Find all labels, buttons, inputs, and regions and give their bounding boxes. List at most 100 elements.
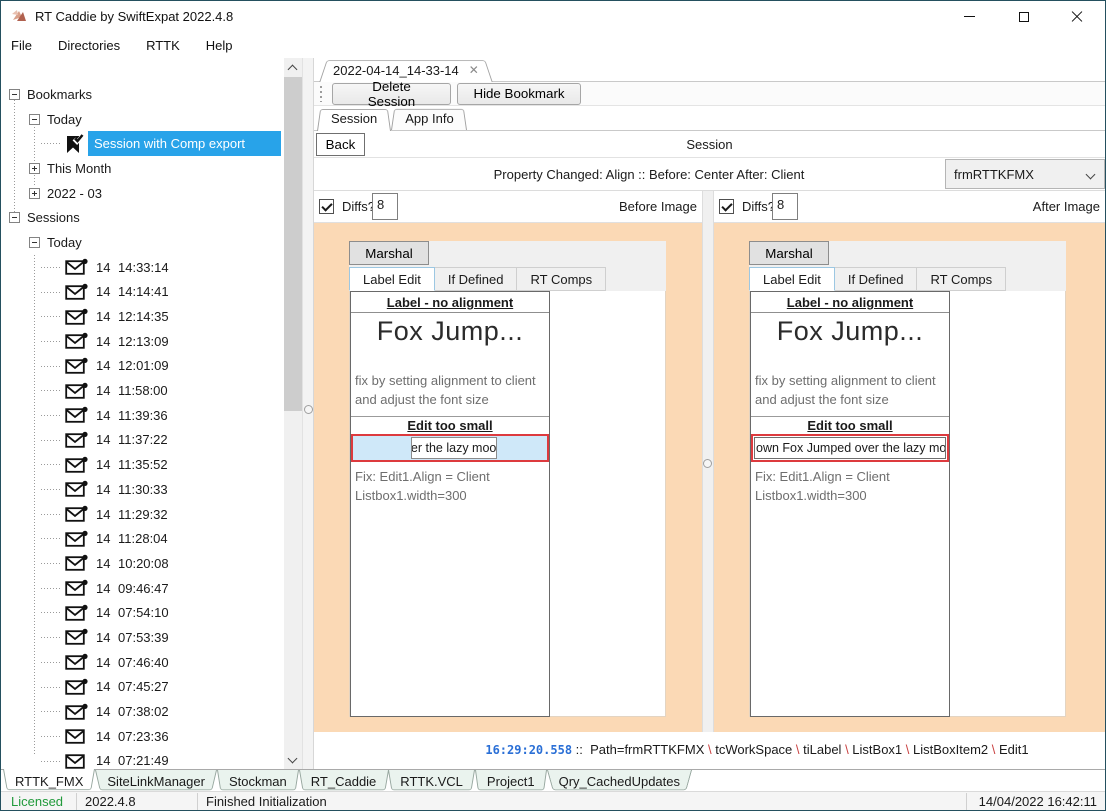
maximize-button[interactable] <box>1001 1 1047 32</box>
project-tab[interactable]: Qry_CachedUpdates <box>547 770 692 792</box>
menu-bar: File Directories RTTK Help <box>1 32 1105 58</box>
demo-edit-input[interactable]: ver the lazy moon <box>411 437 497 459</box>
tab-label-edit[interactable]: Label Edit <box>349 267 435 291</box>
main-area: 2022-04-14_14-33-14 ✕ Delete Session Hid… <box>314 58 1105 769</box>
tab-app-info[interactable]: App Info <box>391 107 467 130</box>
session-list-item[interactable]: 14 11:39:36 <box>1 403 284 428</box>
tree-guide <box>41 736 61 737</box>
session-list-item[interactable]: 14 11:28:04 <box>1 526 284 551</box>
tab-session[interactable]: Session <box>317 107 391 130</box>
path-timestamp: 16:29:20.558 <box>485 743 572 757</box>
session-time: 12:01:09 <box>118 358 169 373</box>
session-time: 07:23:36 <box>118 729 169 744</box>
session-list-item[interactable]: 14 11:35:52 <box>1 452 284 477</box>
menu-item[interactable]: File <box>11 38 32 53</box>
tree-guide <box>41 292 61 293</box>
project-tab[interactable]: RT_Caddie <box>299 770 389 792</box>
tree-node-sessions[interactable]: Sessions <box>1 205 284 230</box>
project-tab[interactable]: RTTK_FMX <box>3 770 95 792</box>
tree-node-sessions-today[interactable]: Today <box>1 230 284 255</box>
tab-rt-comps[interactable]: RT Comps <box>517 267 606 291</box>
collapse-icon[interactable] <box>9 212 20 223</box>
tree-node-today[interactable]: Today <box>1 107 284 132</box>
project-tab[interactable]: Stockman <box>217 770 299 792</box>
toolbar-grip[interactable] <box>319 86 323 102</box>
mail-notification-icon <box>65 406 88 424</box>
demo-hint-text: fix by setting alignment to client and a… <box>755 371 949 409</box>
project-tab[interactable]: Project1 <box>475 770 547 792</box>
maximize-icon <box>1019 12 1029 22</box>
tab-if-defined[interactable]: If Defined <box>835 267 918 291</box>
scroll-up-button[interactable] <box>284 58 302 77</box>
project-tab[interactable]: RTTK.VCL <box>388 770 475 792</box>
session-list-item[interactable]: 14 14:33:14 <box>1 255 284 280</box>
diffs-count-input[interactable]: 8 <box>372 193 398 220</box>
project-tab[interactable]: SiteLinkManager <box>95 770 217 792</box>
sidebar-splitter[interactable] <box>302 58 314 769</box>
expand-icon[interactable] <box>29 188 40 199</box>
path-segment: ListBoxItem2 <box>913 742 988 757</box>
tree-guide <box>41 687 61 688</box>
session-list-item[interactable]: 14 07:53:39 <box>1 625 284 650</box>
session-list-item[interactable]: 14 11:30:33 <box>1 477 284 502</box>
session-time: 07:53:39 <box>118 630 169 645</box>
splitter-grip[interactable] <box>703 459 712 468</box>
hide-bookmark-button[interactable]: Hide Bookmark <box>457 83 581 105</box>
session-list-item[interactable]: 14 14:14:41 <box>1 280 284 305</box>
delete-session-button[interactable]: Delete Session <box>332 83 451 105</box>
collapse-icon[interactable] <box>29 114 40 125</box>
session-list-item[interactable]: 14 11:29:32 <box>1 502 284 527</box>
project-tab-label: Qry_CachedUpdates <box>559 774 680 789</box>
menu-item[interactable]: RTTK <box>146 38 180 53</box>
tree-guide <box>41 489 61 490</box>
marshal-button[interactable]: Marshal <box>749 241 829 265</box>
close-button[interactable] <box>1054 1 1100 32</box>
tab-rt-comps[interactable]: RT Comps <box>917 267 1006 291</box>
session-list-item[interactable]: 14 07:45:27 <box>1 675 284 700</box>
collapse-icon[interactable] <box>29 237 40 248</box>
tab-if-defined[interactable]: If Defined <box>435 267 518 291</box>
mail-notification-icon <box>65 530 88 548</box>
diffs-checkbox[interactable] <box>719 199 734 214</box>
marshal-button[interactable]: Marshal <box>349 241 429 265</box>
image-splitter[interactable] <box>702 191 714 732</box>
diffs-checkbox[interactable] <box>319 199 334 214</box>
tab-close-icon[interactable]: ✕ <box>469 63 479 77</box>
session-day: 14 <box>96 531 116 546</box>
session-day: 14 <box>96 581 116 596</box>
splitter-grip[interactable] <box>304 405 313 414</box>
minimize-button[interactable] <box>946 1 992 32</box>
mail-notification-icon <box>65 579 88 597</box>
scroll-down-button[interactable] <box>284 750 302 769</box>
session-list-item[interactable]: 14 10:20:08 <box>1 551 284 576</box>
project-tabstrip: RTTK_FMX SiteLinkManager Stockman RT_Cad… <box>1 769 1105 791</box>
session-list-item[interactable]: 14 12:14:35 <box>1 304 284 329</box>
session-list-item[interactable]: 14 07:46:40 <box>1 650 284 675</box>
tab-label-edit[interactable]: Label Edit <box>749 267 835 291</box>
tree-node-selected-bookmark[interactable]: Session with Comp export <box>1 131 284 156</box>
collapse-icon[interactable] <box>9 89 20 100</box>
demo-edit-input[interactable]: own Fox Jumped over the lazy moon <box>754 437 946 459</box>
path-separator: :: <box>572 742 590 757</box>
tree-node-bookmarks[interactable]: Bookmarks <box>1 82 284 107</box>
menu-item[interactable]: Directories <box>58 38 120 53</box>
session-list-item[interactable]: 14 11:37:22 <box>1 428 284 453</box>
tree-node-this-month[interactable]: This Month <box>1 156 284 181</box>
session-list-item[interactable]: 14 09:46:47 <box>1 576 284 601</box>
session-list-item[interactable]: 14 07:38:02 <box>1 699 284 724</box>
menu-item[interactable]: Help <box>206 38 233 53</box>
session-list-item[interactable]: 14 11:58:00 <box>1 378 284 403</box>
tree-node-2022-03[interactable]: 2022 - 03 <box>1 181 284 206</box>
diffs-count-input[interactable]: 8 <box>772 193 798 220</box>
tab-page: Label - no alignment Fox Jump... fix by … <box>749 291 1066 717</box>
session-list-item[interactable]: 14 12:01:09 <box>1 354 284 379</box>
session-list-item[interactable]: 14 12:13:09 <box>1 329 284 354</box>
status-message: Finished Initialization <box>206 794 327 809</box>
session-list-item[interactable]: 14 07:21:49 <box>1 749 284 769</box>
session-list-item[interactable]: 14 07:54:10 <box>1 600 284 625</box>
form-selector-combobox[interactable]: frmRTTKFMX <box>945 159 1105 189</box>
expand-icon[interactable] <box>29 163 40 174</box>
scrollbar-thumb[interactable] <box>284 77 302 411</box>
sidebar-scrollbar[interactable] <box>284 58 302 769</box>
session-list-item[interactable]: 14 07:23:36 <box>1 724 284 749</box>
